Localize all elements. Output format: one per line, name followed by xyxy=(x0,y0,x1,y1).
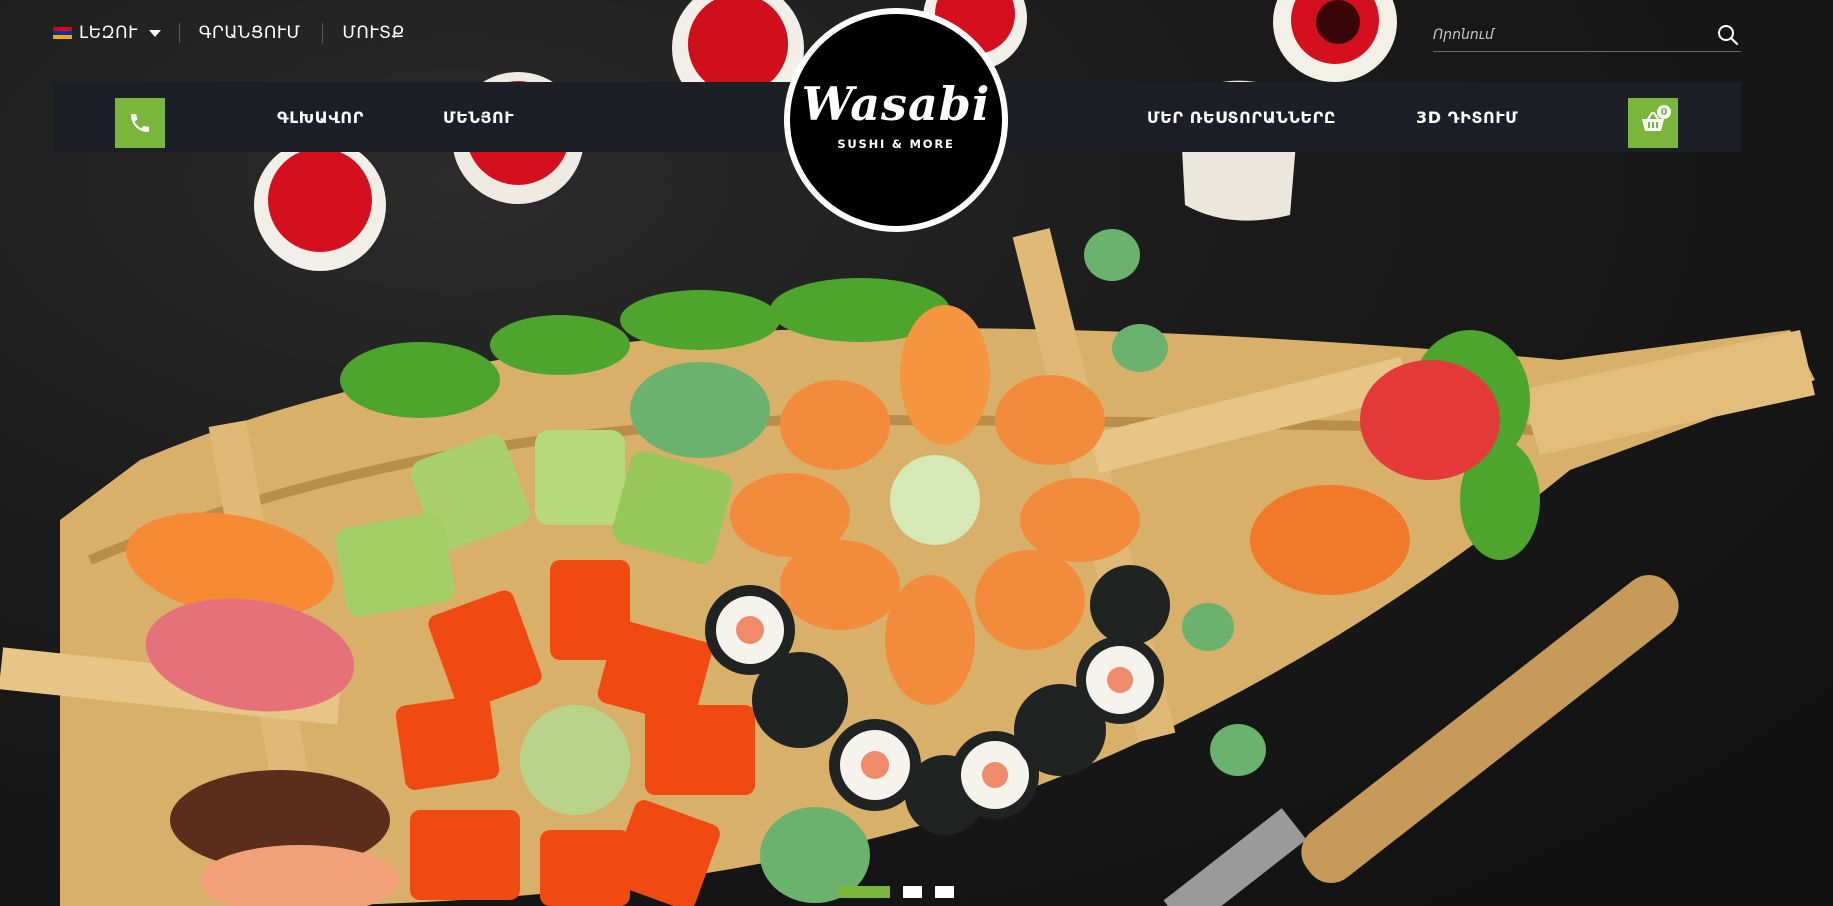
language-selector[interactable]: ԼԵԶՈՒ xyxy=(53,23,180,43)
logo-title: Wasabi xyxy=(801,77,991,131)
slider-dot-3[interactable] xyxy=(935,886,954,898)
phone-icon xyxy=(131,114,149,132)
logo-subtitle: SUSHI & MORE xyxy=(837,137,955,151)
logo[interactable]: Wasabi SUSHI & MORE xyxy=(784,8,1008,232)
register-link[interactable]: ԳՐԱՆՑՈՒՄ xyxy=(180,23,324,43)
login-link[interactable]: ՄՈՒՏՔ xyxy=(323,23,426,43)
slider-dot-2[interactable] xyxy=(903,886,922,898)
nav-item-home[interactable]: ԳԼԽԱՎՈՐ xyxy=(277,82,364,152)
slider-dot-1[interactable] xyxy=(838,886,890,898)
nav-item-menu[interactable]: ՄԵՆՅՈՒ xyxy=(443,82,514,152)
top-utility-bar: ԼԵԶՈՒ ԳՐԱՆՑՈՒՄ ՄՈՒՏՔ xyxy=(53,18,427,48)
phone-button[interactable] xyxy=(115,98,165,148)
cart-button[interactable]: 0 xyxy=(1628,98,1678,148)
search-input[interactable] xyxy=(1433,26,1715,43)
language-label: ԼԵԶՈՒ xyxy=(79,23,138,43)
search-button[interactable] xyxy=(1715,22,1741,48)
nav-item-restaurants[interactable]: ՄԵՐ ՌԵՍՏՈՐԱՆՆԵՐԸ xyxy=(1147,82,1336,152)
cart-count-badge: 0 xyxy=(1657,105,1671,119)
chevron-down-icon xyxy=(148,29,161,37)
search-icon xyxy=(1718,24,1739,45)
flag-armenia-icon xyxy=(53,27,72,39)
slider-pagination xyxy=(838,886,954,898)
nav-item-3d-view[interactable]: 3D ԴԻՏՈՒՄ xyxy=(1416,82,1518,152)
search-bar xyxy=(1433,18,1741,52)
